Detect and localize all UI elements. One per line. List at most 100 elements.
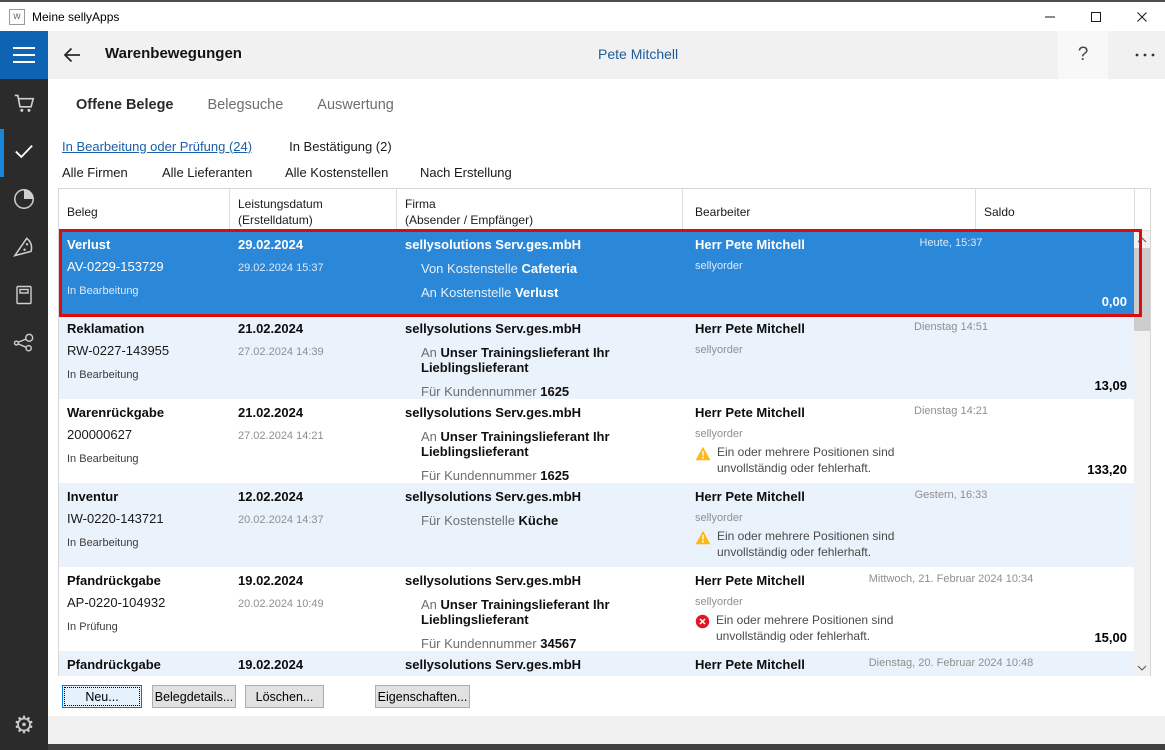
doc-type: Pfandrückgabe	[67, 573, 161, 588]
column-firma[interactable]: Firma (Absender / Empfänger)	[397, 189, 683, 230]
edit-timestamp: Dienstag, 20. Februar 2024 10:48	[868, 657, 1034, 669]
minimize-button[interactable]	[1027, 2, 1073, 31]
ellipsis-icon	[1135, 53, 1155, 57]
new-button[interactable]: Neu...	[62, 685, 142, 708]
table-row[interactable]: Inventur IW-0220-143721 In Bearbeitung 1…	[59, 483, 1135, 567]
filter-in-bearbeitung[interactable]: In Bearbeitung oder Prüfung (24)	[62, 139, 252, 154]
user-name[interactable]: Pete Mitchell	[598, 46, 678, 62]
table-row[interactable]: Warenrückgabe 200000627 In Bearbeitung 2…	[59, 399, 1135, 483]
dropdown-filter-bar: Alle Firmen Alle Lieferanten Alle Kosten…	[48, 161, 1165, 183]
close-button[interactable]	[1119, 2, 1165, 31]
properties-button[interactable]: Eigenschaften...	[375, 685, 470, 708]
row-alert: Ein oder mehrere Positionen sind unvolls…	[695, 444, 1135, 476]
row-alert: Ein oder mehrere Positionen sind unvolls…	[695, 528, 1135, 560]
editor-name: Herr Pete Mitchell	[695, 573, 805, 588]
tab-belegsuche[interactable]: Belegsuche	[208, 97, 284, 113]
gear-icon: ⚙	[13, 712, 35, 739]
sidebar-item-catalog[interactable]	[0, 273, 48, 321]
service-date: 19.02.2024	[238, 573, 304, 588]
saldo-value: 0,00	[1101, 294, 1127, 309]
filter-alle-lieferanten[interactable]: Alle Lieferanten	[162, 165, 285, 180]
tab-auswertung[interactable]: Auswertung	[317, 97, 394, 113]
book-icon	[12, 283, 36, 312]
saldo-value: 15,00	[1094, 630, 1127, 645]
doc-number: 200000627	[67, 427, 133, 442]
sidebar-item-tasks-active[interactable]	[0, 129, 48, 177]
filter-in-bestaetigung[interactable]: In Bestätigung (2)	[289, 139, 392, 154]
check-icon	[11, 138, 37, 169]
maximize-button[interactable]	[1073, 2, 1119, 31]
help-button[interactable]: ?	[1058, 31, 1108, 79]
filter-nach-erstellung[interactable]: Nach Erstellung	[420, 165, 512, 180]
doc-type: Warenrückgabe	[67, 405, 165, 420]
doc-type: Pfandrückgabe	[67, 657, 161, 672]
table-header: Beleg Leistungsdatum (Erstelldatum) Firma…	[59, 189, 1150, 231]
service-date: 19.02.2024	[238, 657, 304, 672]
editor-app: sellyorder	[695, 428, 743, 440]
status-filter-bar: In Bearbeitung oder Prüfung (24) In Best…	[48, 135, 1165, 157]
doc-number: RW-0227-143955	[67, 343, 170, 358]
alert-text: Ein oder mehrere Positionen sind unvolls…	[717, 529, 895, 560]
sidebar-item-food[interactable]	[0, 225, 48, 273]
saldo-value: 13,09	[1094, 378, 1127, 393]
service-date: 21.02.2024	[238, 321, 304, 336]
column-saldo[interactable]: Saldo	[976, 189, 1135, 230]
company-name: sellysolutions Serv.ges.mbH	[405, 489, 582, 504]
tab-offene-belege[interactable]: Offene Belege	[76, 97, 174, 113]
created-date: 20.02.2024 14:37	[238, 514, 324, 526]
table-row[interactable]: Reklamation RW-0227-143955 In Bearbeitun…	[59, 315, 1135, 399]
sidebar: ⚙	[0, 31, 48, 750]
service-date: 21.02.2024	[238, 405, 304, 420]
error-icon	[695, 612, 710, 634]
scrollbar-thumb[interactable]	[1134, 248, 1150, 331]
titlebar: w Meine sellyApps	[0, 0, 1165, 31]
document-details-button[interactable]: Belegdetails...	[152, 685, 236, 708]
table-row[interactable]: Verlust AV-0229-153729 In Bearbeitung 29…	[59, 231, 1135, 315]
sidebar-item-settings[interactable]: ⚙	[0, 707, 48, 745]
app-logo-icon: w	[9, 8, 25, 25]
company-details: Für Kostenstelle Küche	[405, 513, 683, 528]
sidebar-item-cart[interactable]	[0, 81, 48, 129]
bottom-strip	[48, 716, 1165, 744]
editor-app: sellyorder	[695, 596, 743, 608]
created-date: 29.02.2024 15:37	[238, 262, 324, 274]
sidebar-item-share[interactable]	[0, 321, 48, 369]
more-button[interactable]	[1125, 31, 1165, 79]
hamburger-menu-button[interactable]	[0, 31, 48, 79]
scroll-up-icon[interactable]	[1134, 231, 1150, 248]
firma-line: An Kostenstelle Verlust	[421, 285, 559, 300]
page-header: Warenbewegungen Pete Mitchell ?	[48, 31, 1165, 79]
window-controls	[1027, 2, 1165, 31]
page-title: Warenbewegungen	[105, 45, 242, 62]
documents-table: Beleg Leistungsdatum (Erstelldatum) Firma…	[58, 188, 1151, 676]
created-date: 27.02.2024 14:21	[238, 430, 324, 442]
main-content: Warenbewegungen Pete Mitchell ? Offene B…	[48, 31, 1165, 750]
column-leistungsdatum[interactable]: Leistungsdatum (Erstelldatum)	[230, 189, 397, 230]
scroll-down-icon[interactable]	[1134, 659, 1150, 676]
warning-icon	[695, 444, 711, 466]
edit-timestamp: Gestern, 16:33	[914, 489, 988, 501]
doc-number: AP-0220-104932	[67, 595, 166, 610]
doc-status: In Bearbeitung	[67, 285, 139, 297]
company-name: sellysolutions Serv.ges.mbH	[405, 573, 582, 588]
table-scrollbar[interactable]	[1134, 231, 1150, 676]
firma-line: Für Kundennummer 1625	[421, 384, 570, 399]
app-window: w Meine sellyApps ⚙ Warenbewegungen Pete…	[0, 0, 1165, 750]
table-row[interactable]: Pfandrückgabe AP-0220-104932 In Prüfung …	[59, 567, 1135, 651]
pie-chart-icon	[11, 186, 37, 217]
firma-line: Für Kundennummer 34567	[421, 636, 577, 651]
column-beleg[interactable]: Beleg	[59, 189, 230, 230]
filter-alle-firmen[interactable]: Alle Firmen	[62, 165, 162, 180]
delete-button[interactable]: Löschen...	[245, 685, 324, 708]
filter-alle-kostenstellen[interactable]: Alle Kostenstellen	[285, 165, 420, 180]
created-date: 20.02.2024 10:49	[238, 598, 324, 610]
editor-name: Herr Pete Mitchell	[695, 237, 805, 252]
column-bearbeiter[interactable]: Bearbeiter	[683, 189, 976, 230]
header-scrollbar-spacer	[1135, 189, 1150, 230]
company-name: sellysolutions Serv.ges.mbH	[405, 405, 582, 420]
back-button[interactable]	[60, 43, 88, 67]
table-row[interactable]: Pfandrückgabe 19.02.2024 sellysolutions …	[59, 651, 1135, 676]
company-name: sellysolutions Serv.ges.mbH	[405, 321, 582, 336]
doc-type: Reklamation	[67, 321, 145, 336]
sidebar-item-reports[interactable]	[0, 177, 48, 225]
